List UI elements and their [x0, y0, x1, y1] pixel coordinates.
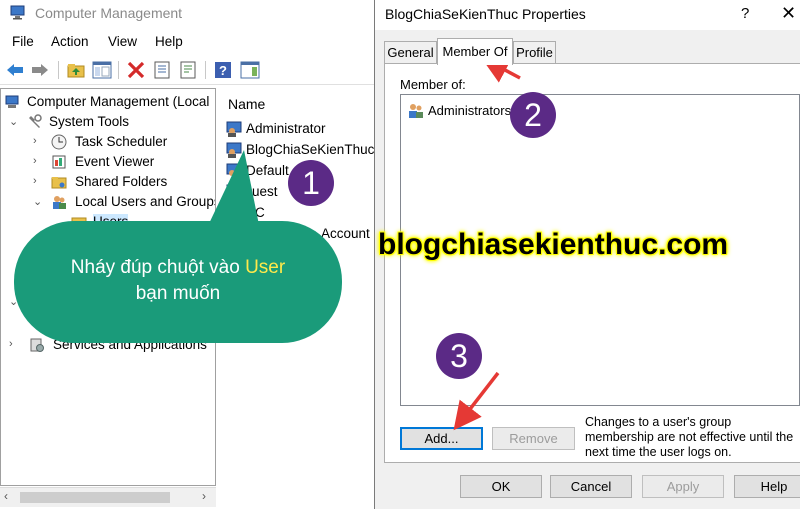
- arrow-to-add-button: [453, 371, 500, 431]
- step-3-badge: 3: [436, 333, 482, 379]
- tab-label: Member Of: [442, 44, 508, 59]
- instruction-prefix: Nháy đúp chuột vào: [70, 257, 246, 278]
- instruction-text: Nháy đúp chuột vào User bạn muốn: [14, 255, 342, 307]
- instruction-highlight: User: [245, 257, 286, 278]
- step-1-badge: 1: [288, 160, 334, 206]
- tab-member-of[interactable]: Member Of: [437, 38, 513, 65]
- watermark-text: blogchiasekienthuc.com: [378, 228, 729, 261]
- step-2-badge: 2: [510, 92, 556, 138]
- instruction-line2: bạn muốn: [135, 283, 221, 304]
